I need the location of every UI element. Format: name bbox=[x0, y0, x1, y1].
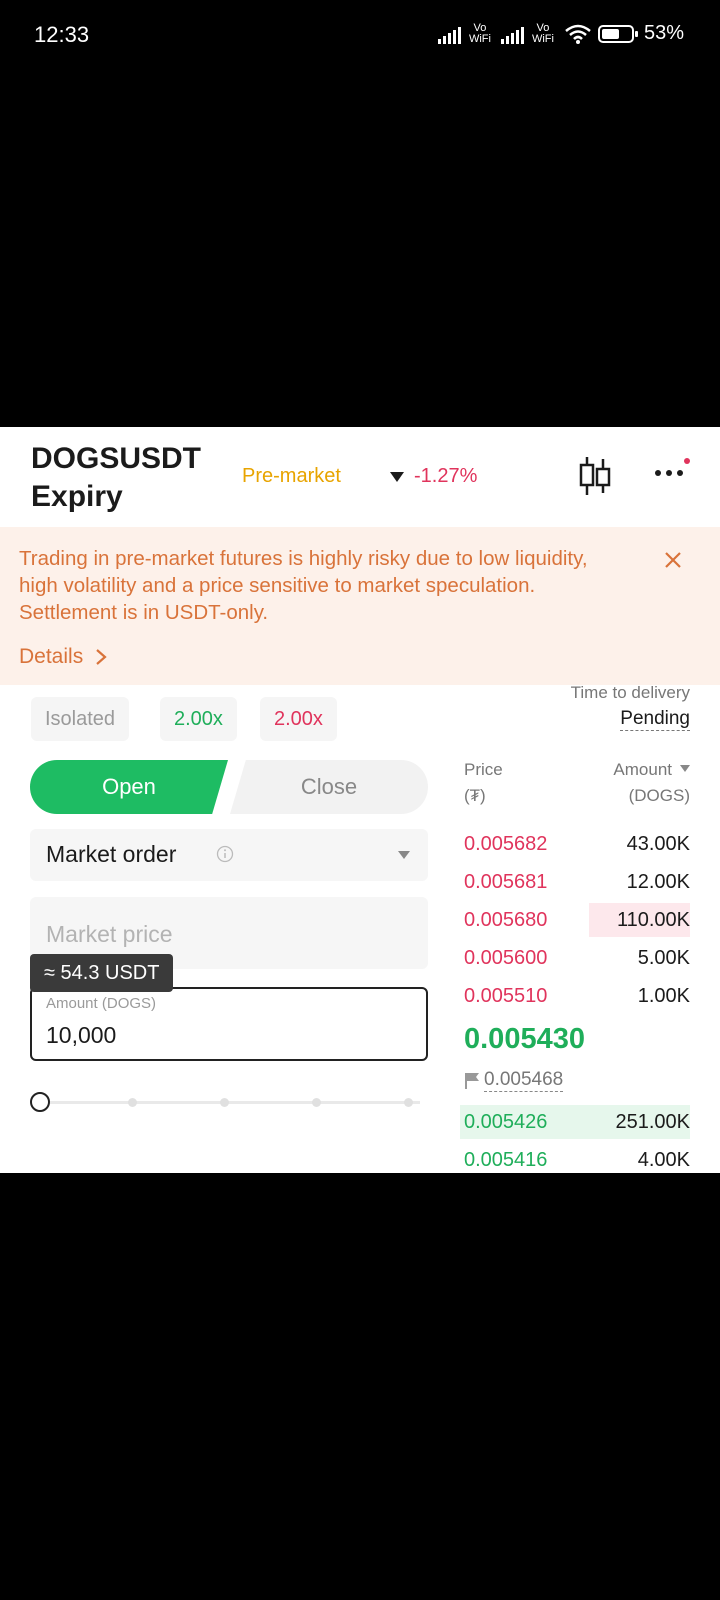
ask-row[interactable]: 0.005682 43.00K bbox=[460, 827, 690, 861]
battery-percent: 53% bbox=[643, 22, 684, 44]
long-leverage-button[interactable]: 2.00x bbox=[160, 697, 237, 741]
ask-row[interactable]: 0.005510 1.00K bbox=[460, 979, 690, 1013]
candlestick-chart-icon[interactable] bbox=[576, 455, 614, 497]
ask-price: 0.005600 bbox=[464, 947, 548, 969]
close-icon[interactable] bbox=[660, 547, 686, 573]
ask-amount: 110.00K bbox=[616, 909, 690, 931]
ask-row[interactable]: 0.005681 12.00K bbox=[460, 865, 690, 899]
risk-warning-banner: Trading in pre-market futures is highly … bbox=[0, 527, 720, 685]
ask-price: 0.005681 bbox=[464, 871, 548, 893]
ask-price: 0.005682 bbox=[464, 833, 548, 855]
mark-price[interactable]: 0.005468 bbox=[464, 1069, 564, 1092]
bid-row[interactable]: 0.005426 251.00K bbox=[460, 1105, 690, 1139]
trade-panel: DOGSUSDT Expiry Pre-market -1.27% Tradin… bbox=[0, 427, 720, 1173]
ask-row[interactable]: 0.005600 5.00K bbox=[460, 941, 690, 975]
order-type-value: Market order bbox=[46, 841, 177, 867]
slider-step-100[interactable] bbox=[404, 1098, 413, 1107]
status-time: 12:33 bbox=[34, 22, 90, 47]
symbol-name: DOGSUSDT bbox=[31, 442, 202, 475]
margin-mode-button[interactable]: Isolated bbox=[31, 697, 130, 741]
short-leverage-button[interactable]: 2.00x bbox=[260, 697, 337, 741]
bid-amount: 4.00K bbox=[637, 1149, 690, 1171]
flag-icon bbox=[465, 1072, 479, 1089]
time-to-delivery-value[interactable]: Pending bbox=[620, 708, 690, 731]
orderbook-price-header: Price (₮) bbox=[464, 757, 503, 809]
ask-row[interactable]: 0.005680 110.00K bbox=[460, 903, 690, 937]
details-link[interactable]: Details bbox=[19, 645, 107, 669]
chevron-right-icon bbox=[96, 649, 107, 665]
amount-field[interactable]: Amount (DOGS) 10,000 bbox=[30, 987, 428, 1061]
chevron-down-icon bbox=[680, 765, 690, 772]
details-label: Details bbox=[19, 645, 84, 668]
time-to-delivery-label: Time to delivery bbox=[570, 683, 690, 702]
signal-icon bbox=[437, 24, 461, 44]
order-type-select[interactable]: Market order bbox=[30, 829, 428, 881]
bid-amount: 251.00K bbox=[615, 1111, 690, 1133]
symbol-subtitle: Expiry bbox=[31, 480, 123, 513]
amount-header-unit: (DOGS) bbox=[628, 786, 690, 805]
chevron-down-icon bbox=[398, 851, 410, 859]
slider-track bbox=[50, 1101, 420, 1104]
premarket-badge: Pre-market bbox=[242, 465, 341, 487]
price-placeholder: Market price bbox=[46, 921, 173, 947]
slider-handle[interactable] bbox=[30, 1092, 50, 1112]
price-header-unit: (₮) bbox=[464, 786, 486, 805]
down-arrow-icon bbox=[390, 471, 404, 482]
bid-price: 0.005416 bbox=[464, 1149, 548, 1171]
amount-label: Amount (DOGS) bbox=[46, 995, 157, 1012]
slider-step-25[interactable] bbox=[128, 1098, 137, 1107]
ask-amount: 43.00K bbox=[626, 833, 690, 855]
tab-open[interactable]: Open bbox=[30, 760, 228, 814]
info-icon[interactable] bbox=[216, 845, 234, 863]
ask-price: 0.005510 bbox=[464, 985, 548, 1007]
ask-price: 0.005680 bbox=[464, 909, 548, 931]
wifi-icon bbox=[565, 24, 591, 44]
ask-amount: 12.00K bbox=[626, 871, 690, 893]
status-icons: Vo WiFi Vo WiFi 53% bbox=[437, 21, 684, 45]
battery-icon bbox=[597, 24, 638, 43]
signal-icon bbox=[500, 24, 524, 44]
bid-row[interactable]: 0.005416 4.00K bbox=[460, 1143, 690, 1173]
last-price: 0.005430 bbox=[464, 1023, 585, 1055]
price-header-label: Price bbox=[464, 760, 503, 779]
slider-step-75[interactable] bbox=[312, 1098, 321, 1107]
bid-price: 0.005426 bbox=[464, 1111, 548, 1133]
tab-close[interactable]: Close bbox=[230, 760, 428, 814]
symbol-title[interactable]: DOGSUSDT Expiry bbox=[31, 440, 201, 516]
price-change-value: -1.27% bbox=[414, 465, 478, 487]
usdt-estimate-tooltip: ≈ 54.3 USDT bbox=[30, 954, 174, 992]
network-label-2: Vo WiFi bbox=[531, 21, 554, 45]
risk-warning-text: Trading in pre-market futures is highly … bbox=[19, 547, 588, 624]
mark-price-value: 0.005468 bbox=[484, 1069, 564, 1092]
ask-amount: 5.00K bbox=[637, 947, 690, 969]
amount-slider[interactable] bbox=[30, 1087, 428, 1117]
slider-step-50[interactable] bbox=[220, 1098, 229, 1107]
more-icon[interactable] bbox=[652, 457, 692, 487]
price-change: -1.27% bbox=[390, 465, 477, 488]
network-label-1: Vo WiFi bbox=[468, 21, 491, 45]
orderbook-amount-header[interactable]: Amount (DOGS) bbox=[613, 757, 690, 809]
ask-amount: 1.00K bbox=[637, 985, 690, 1007]
status-bar: 12:33 Vo WiFi Vo WiFi 53% bbox=[0, 0, 720, 74]
amount-header-label: Amount bbox=[613, 760, 672, 779]
amount-value: 10,000 bbox=[46, 1022, 117, 1048]
